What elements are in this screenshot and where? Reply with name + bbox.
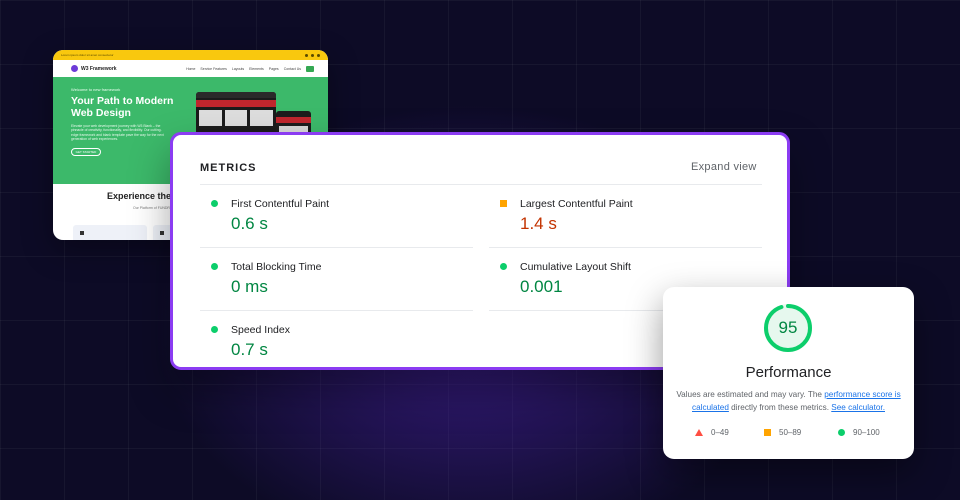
metric-value: 1.4 s xyxy=(520,214,557,233)
legend-label: 90–100 xyxy=(853,428,880,437)
performance-score: 95 xyxy=(778,318,798,337)
metric-label: Cumulative Layout Shift xyxy=(520,261,631,273)
hero-title: Your Path to Modern Web Design xyxy=(71,95,174,119)
metric-first-contentful-paint: First Contentful Paint 0.6 s xyxy=(200,185,473,248)
legend-average: 50–89 xyxy=(764,428,801,437)
metric-label: Total Blocking Time xyxy=(231,261,322,273)
average-square-icon xyxy=(500,200,507,207)
website-menu-item: Elements xyxy=(249,66,264,71)
metric-label: First Contentful Paint xyxy=(231,198,330,210)
website-logo-name: W3 Framework xyxy=(81,65,117,72)
note-text: Values are estimated and may vary. The xyxy=(676,390,825,399)
hero-get-started-button: GET STARTED xyxy=(71,147,101,156)
performance-card: 95 Performance Values are estimated and … xyxy=(663,287,914,459)
website-menu-item: Service Features xyxy=(200,66,227,71)
legend-pass: 90–100 xyxy=(838,428,880,437)
pass-circle-icon xyxy=(211,200,218,207)
social-icons xyxy=(305,53,320,57)
website-section-title: Experience the F xyxy=(107,191,180,201)
website-feature-card xyxy=(73,225,147,240)
legend-label: 0–49 xyxy=(711,428,729,437)
logo-icon xyxy=(71,65,78,72)
legend-fail: 0–49 xyxy=(695,428,729,437)
performance-note: Values are estimated and may vary. The p… xyxy=(675,388,902,414)
website-topbar-text: Lorem ipsum dolor sit amet consectetur xyxy=(61,53,114,57)
expand-view-button[interactable]: Expand view xyxy=(691,161,757,173)
website-menu-item: Home xyxy=(186,66,196,71)
website-menu-item: Contact Us xyxy=(283,66,301,71)
metric-speed-index: Speed Index 0.7 s xyxy=(200,311,473,367)
metrics-title: METRICS xyxy=(200,162,257,174)
website-logo: W3 Framework xyxy=(71,65,117,72)
metric-value: 0.7 s xyxy=(231,340,268,359)
performance-title: Performance xyxy=(745,364,832,381)
fail-triangle-icon xyxy=(695,429,703,436)
pass-circle-icon xyxy=(211,263,218,270)
website-nav: W3 Framework Home Service Features Layou… xyxy=(53,60,328,77)
average-square-icon xyxy=(764,429,771,436)
pass-circle-icon xyxy=(211,326,218,333)
website-topbar: Lorem ipsum dolor sit amet consectetur xyxy=(53,50,328,60)
website-menu-button xyxy=(306,65,314,72)
website-menu: Home Service Features Layouts Elements P… xyxy=(186,65,314,72)
metric-largest-contentful-paint: Largest Contentful Paint 1.4 s xyxy=(489,185,762,248)
metric-total-blocking-time: Total Blocking Time 0 ms xyxy=(200,248,473,311)
hero-text: Elevate your web development journey wit… xyxy=(71,124,164,142)
pass-circle-icon xyxy=(500,263,507,270)
metric-value: 0 ms xyxy=(231,277,268,296)
website-menu-item: Layouts xyxy=(231,66,245,71)
metric-label: Largest Contentful Paint xyxy=(520,198,633,210)
website-menu-item: Pages xyxy=(268,66,279,71)
see-calculator-link[interactable]: See calculator. xyxy=(831,403,885,412)
metric-label: Speed Index xyxy=(231,324,290,336)
pass-circle-icon xyxy=(838,429,845,436)
metric-value: 0.6 s xyxy=(231,214,268,233)
note-text: directly from these metrics. xyxy=(728,403,832,412)
legend-label: 50–89 xyxy=(779,428,802,437)
metric-value: 0.001 xyxy=(520,277,563,296)
